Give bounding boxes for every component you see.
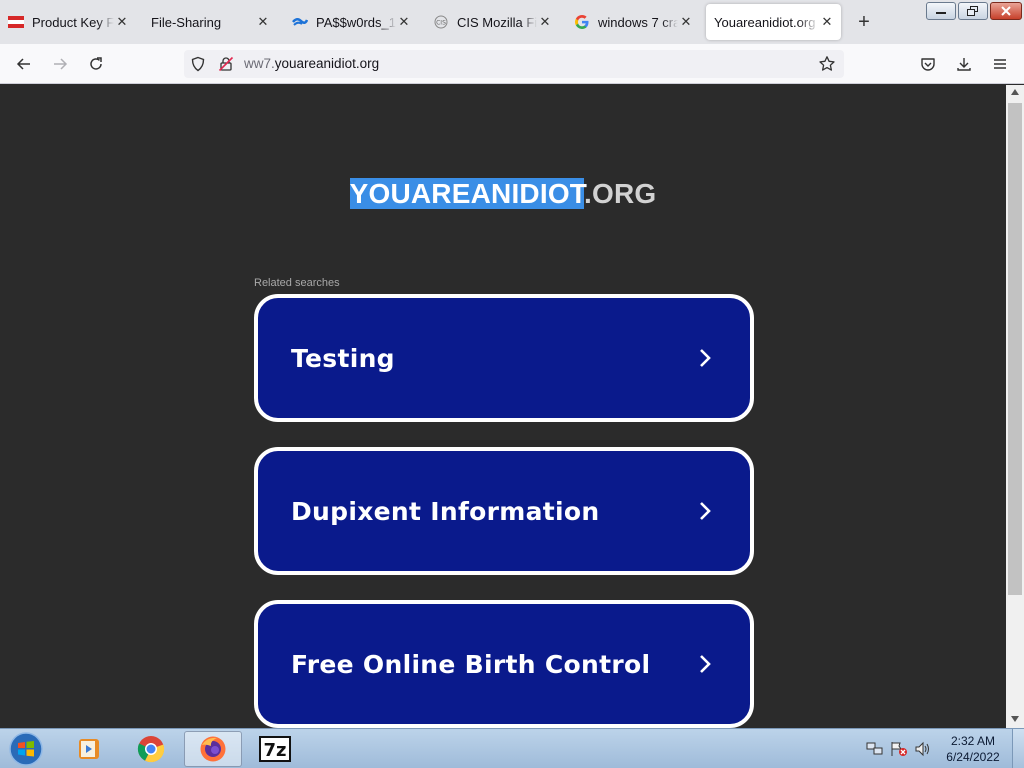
bookmark-star-icon[interactable] <box>818 55 836 78</box>
forward-arrow-icon <box>54 58 68 70</box>
scroll-down-icon <box>1011 716 1019 722</box>
tab-label: Youareanidiot.org <box>714 14 816 30</box>
new-tab-button[interactable]: + <box>852 10 876 34</box>
forward-button[interactable] <box>48 52 72 76</box>
tab-label: Product Key Free <box>32 14 114 30</box>
tab-label: CIS Mozilla Firefox <box>457 14 537 30</box>
7zip-icon: 7z <box>259 736 291 762</box>
related-search-card[interactable]: Dupixent Information <box>254 447 754 575</box>
clock-date: 6/24/2022 <box>946 750 1000 764</box>
action-center-flag-icon[interactable] <box>890 740 908 758</box>
close-tab-icon[interactable]: ✕ <box>396 14 412 30</box>
back-arrow-icon <box>16 58 30 70</box>
reload-icon <box>90 57 102 70</box>
show-desktop-button[interactable] <box>1012 729 1024 768</box>
close-tab-icon[interactable]: ✕ <box>537 14 553 30</box>
back-button[interactable] <box>12 52 36 76</box>
media-player-icon <box>79 739 99 759</box>
tab-label: PA$$w0rds_123! <box>316 14 396 30</box>
flag-icon <box>8 14 24 30</box>
scroll-up-icon <box>1011 89 1019 95</box>
chevron-right-icon <box>700 349 711 367</box>
close-tab-icon[interactable]: ✕ <box>678 14 694 30</box>
clock-time: 2:32 AM <box>950 734 996 748</box>
site-title-selected: YOUAREANIDIOT <box>349 178 585 209</box>
taskbar-7zip[interactable]: 7z <box>246 731 304 767</box>
tab-file-sharing[interactable]: File-Sharing ✕ <box>143 4 277 40</box>
site-title: YOUAREANIDIOT.ORG <box>0 178 1006 210</box>
related-search-card[interactable]: Testing <box>254 294 754 422</box>
chrome-icon <box>137 736 165 763</box>
restore-icon <box>967 6 978 16</box>
url-bar[interactable]: ww7.youareanidiot.org <box>184 50 844 78</box>
downloads-button[interactable] <box>952 52 976 76</box>
close-tab-icon[interactable]: ✕ <box>255 14 271 30</box>
related-search-label: Testing <box>291 343 395 373</box>
pocket-button[interactable] <box>916 52 940 76</box>
url-domain: youareanidiot.org <box>274 56 380 71</box>
reload-button[interactable] <box>84 52 108 76</box>
tab-label: windows 7 crack <box>598 14 678 30</box>
hamburger-menu-icon <box>994 59 1006 69</box>
download-icon <box>957 58 971 71</box>
svg-text:7z: 7z <box>263 740 286 761</box>
close-tab-icon[interactable]: ✕ <box>819 14 835 30</box>
taskbar-media-player[interactable] <box>60 731 118 767</box>
close-icon <box>1001 6 1011 16</box>
insecure-lock-icon[interactable] <box>218 56 234 77</box>
close-tab-icon[interactable]: ✕ <box>114 14 130 30</box>
start-button[interactable] <box>0 731 52 767</box>
pocket-icon <box>921 58 935 71</box>
system-clock[interactable]: 2:32 AM 6/24/2022 <box>940 733 1006 765</box>
tab-product-key[interactable]: Product Key Free ✕ <box>0 4 136 40</box>
related-search-label: Dupixent Information <box>291 496 600 526</box>
url-prefix: ww7. <box>244 56 275 71</box>
svg-text:CIS: CIS <box>436 20 446 27</box>
network-icon[interactable] <box>866 740 884 758</box>
chevron-right-icon <box>700 502 711 520</box>
cis-icon: CIS <box>433 14 449 30</box>
app-menu-button[interactable] <box>988 52 1012 76</box>
scrollbar-thumb[interactable] <box>1008 103 1022 595</box>
tab-cis-firefox[interactable]: CIS CIS Mozilla Firefox ✕ <box>425 4 559 40</box>
minimize-button[interactable] <box>926 2 956 20</box>
page-content: YOUAREANIDIOT.ORG Related searches Testi… <box>0 85 1006 728</box>
tab-strip: Product Key Free ✕ File-Sharing ✕ PA$$w0… <box>0 0 1024 44</box>
tab-windows-crack[interactable]: windows 7 crack ✕ <box>566 4 700 40</box>
firefox-icon <box>200 736 226 762</box>
tracking-protection-icon[interactable] <box>190 56 206 77</box>
windows-start-icon <box>9 732 43 766</box>
minimize-icon <box>936 12 946 14</box>
taskbar-chrome[interactable] <box>122 731 180 767</box>
restore-button[interactable] <box>958 2 988 20</box>
taskbar-firefox[interactable] <box>184 731 242 767</box>
related-searches-label: Related searches <box>254 277 340 289</box>
chevron-right-icon <box>700 655 711 673</box>
taskbar: 7z 2:32 AM 6/24/2022 <box>0 728 1024 768</box>
related-search-card[interactable]: Free Online Birth Control <box>254 600 754 728</box>
navigation-bar: ww7.youareanidiot.org <box>0 44 1024 84</box>
related-search-label: Free Online Birth Control <box>291 649 651 679</box>
close-window-button[interactable] <box>990 2 1022 20</box>
google-icon <box>574 14 590 30</box>
tab-passwords[interactable]: PA$$w0rds_123! ✕ <box>284 4 418 40</box>
vertical-scrollbar[interactable] <box>1006 85 1024 728</box>
tab-label: File-Sharing <box>151 14 222 30</box>
tab-youareanidiot[interactable]: Youareanidiot.org ✕ <box>706 4 841 40</box>
volume-icon[interactable] <box>914 740 932 758</box>
wave-icon <box>292 14 308 30</box>
site-title-rest: .ORG <box>584 178 657 209</box>
url-text[interactable]: ww7.youareanidiot.org <box>244 56 379 71</box>
